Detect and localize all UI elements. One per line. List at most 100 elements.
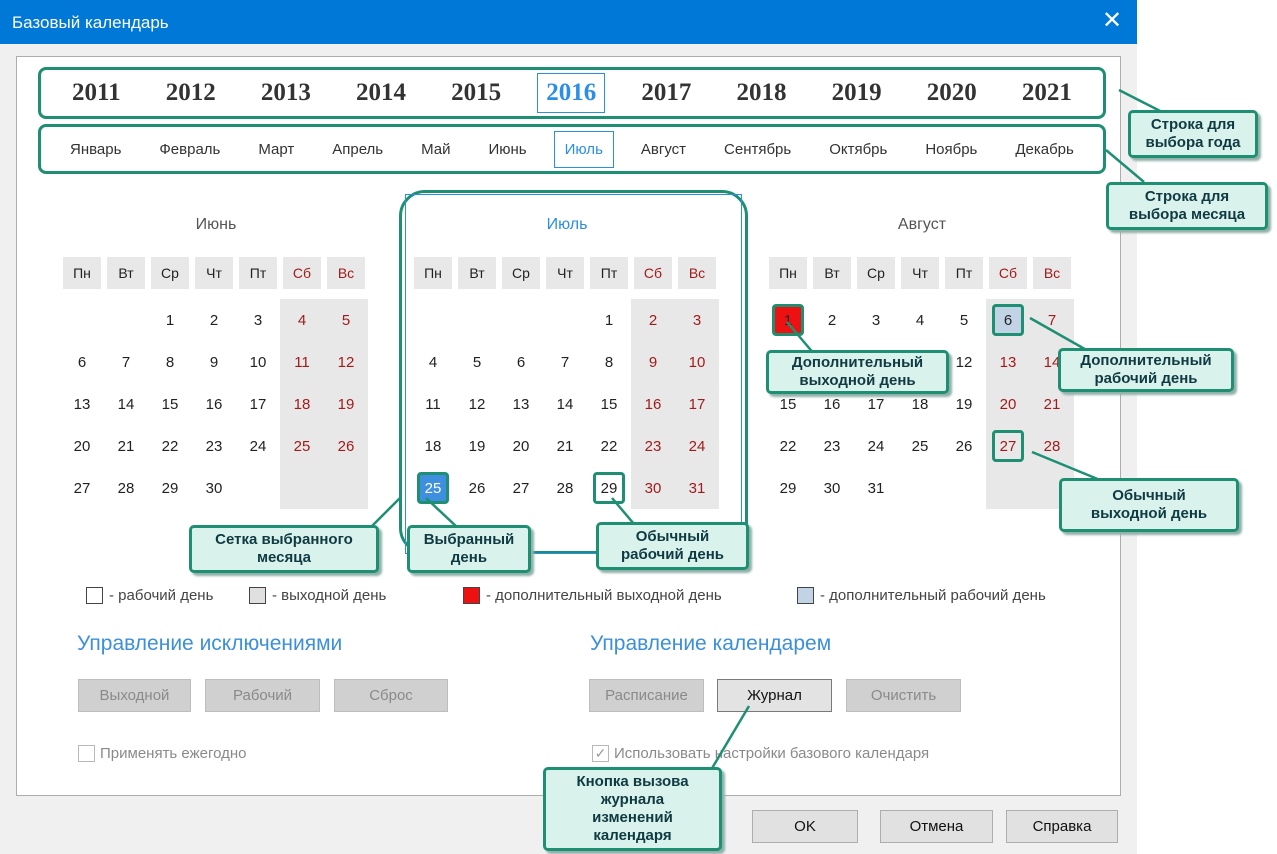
day-cell[interactable]: 23 xyxy=(810,425,854,467)
day-cell[interactable]: 31 xyxy=(854,467,898,509)
day-cell[interactable]: 27 xyxy=(499,467,543,509)
log-button[interactable]: Журнал xyxy=(717,679,832,712)
day-cell[interactable]: 9 xyxy=(631,341,675,383)
day-cell[interactable]: 28 xyxy=(104,467,148,509)
dayoff-button[interactable]: Выходной xyxy=(78,679,191,712)
month-tab-9[interactable]: Сентябрь xyxy=(713,131,802,168)
day-cell[interactable]: 29 xyxy=(148,467,192,509)
day-cell[interactable]: 27 xyxy=(60,467,104,509)
day-cell[interactable]: 1 xyxy=(148,299,192,341)
day-cell[interactable]: 6 xyxy=(499,341,543,383)
day-cell[interactable]: 13 xyxy=(499,383,543,425)
year-2015[interactable]: 2015 xyxy=(442,73,510,113)
day-cell[interactable]: 15 xyxy=(148,383,192,425)
day-cell[interactable]: 19 xyxy=(324,383,368,425)
day-cell[interactable]: 20 xyxy=(499,425,543,467)
year-2017[interactable]: 2017 xyxy=(632,73,700,113)
year-2011[interactable]: 2011 xyxy=(63,73,130,113)
checkbox-box[interactable] xyxy=(78,745,95,762)
month-tab-7[interactable]: Июль xyxy=(553,130,614,168)
day-cell[interactable]: 11 xyxy=(411,383,455,425)
year-2016[interactable]: 2016 xyxy=(537,73,606,113)
day-cell[interactable]: 7 xyxy=(543,341,587,383)
day-cell[interactable]: 30 xyxy=(192,467,236,509)
day-cell[interactable]: 3 xyxy=(675,299,719,341)
day-cell[interactable]: 14 xyxy=(543,383,587,425)
day-cell[interactable]: 29 xyxy=(766,467,810,509)
day-cell[interactable]: 23 xyxy=(192,425,236,467)
use-base-calendar-checkbox[interactable]: ✓ Использовать настройки базового календ… xyxy=(592,745,929,762)
day-cell[interactable]: 15 xyxy=(587,383,631,425)
day-cell[interactable]: 6 xyxy=(60,341,104,383)
day-cell[interactable]: 20 xyxy=(60,425,104,467)
day-cell[interactable]: 18 xyxy=(280,383,324,425)
day-cell[interactable]: 3 xyxy=(854,299,898,341)
year-2019[interactable]: 2019 xyxy=(823,73,891,113)
day-cell[interactable]: 22 xyxy=(587,425,631,467)
day-cell[interactable]: 12 xyxy=(455,383,499,425)
year-2018[interactable]: 2018 xyxy=(728,73,796,113)
day-cell[interactable]: 22 xyxy=(766,425,810,467)
day-cell[interactable]: 5 xyxy=(942,299,986,341)
day-cell[interactable]: 27 xyxy=(986,425,1030,467)
day-cell[interactable]: 21 xyxy=(543,425,587,467)
checkmark-icon[interactable]: ✓ xyxy=(592,745,609,762)
month-tab-12[interactable]: Декабрь xyxy=(1004,131,1084,168)
reset-button[interactable]: Сброс xyxy=(334,679,448,712)
month-tab-11[interactable]: Ноябрь xyxy=(914,131,988,168)
day-cell[interactable]: 30 xyxy=(810,467,854,509)
day-cell[interactable]: 24 xyxy=(675,425,719,467)
month-tab-10[interactable]: Октябрь xyxy=(818,131,898,168)
day-cell[interactable]: 17 xyxy=(675,383,719,425)
day-cell[interactable]: 17 xyxy=(236,383,280,425)
month-tab-5[interactable]: Май xyxy=(410,131,461,168)
day-cell[interactable]: 13 xyxy=(986,341,1030,383)
day-cell[interactable]: 7 xyxy=(1030,299,1074,341)
day-cell[interactable]: 20 xyxy=(986,383,1030,425)
clear-button[interactable]: Очистить xyxy=(846,679,961,712)
day-cell[interactable]: 24 xyxy=(236,425,280,467)
day-cell[interactable]: 25 xyxy=(280,425,324,467)
day-cell[interactable]: 4 xyxy=(898,299,942,341)
day-cell[interactable]: 13 xyxy=(60,383,104,425)
day-cell[interactable]: 5 xyxy=(455,341,499,383)
day-cell[interactable]: 5 xyxy=(324,299,368,341)
month-tab-4[interactable]: Апрель xyxy=(321,131,394,168)
day-cell[interactable]: 21 xyxy=(104,425,148,467)
day-cell[interactable]: 18 xyxy=(411,425,455,467)
year-2021[interactable]: 2021 xyxy=(1013,73,1081,113)
day-cell[interactable]: 10 xyxy=(236,341,280,383)
month-tab-3[interactable]: Март xyxy=(247,131,305,168)
day-cell[interactable]: 26 xyxy=(455,467,499,509)
day-cell[interactable]: 25 xyxy=(411,467,455,509)
year-2013[interactable]: 2013 xyxy=(252,73,320,113)
day-cell[interactable]: 30 xyxy=(631,467,675,509)
day-cell[interactable]: 2 xyxy=(631,299,675,341)
year-2014[interactable]: 2014 xyxy=(347,73,415,113)
day-cell[interactable]: 8 xyxy=(587,341,631,383)
day-cell[interactable]: 16 xyxy=(631,383,675,425)
day-cell[interactable]: 22 xyxy=(148,425,192,467)
year-2012[interactable]: 2012 xyxy=(157,73,225,113)
day-cell[interactable]: 26 xyxy=(324,425,368,467)
day-cell[interactable]: 28 xyxy=(543,467,587,509)
day-cell[interactable]: 28 xyxy=(1030,425,1074,467)
day-cell[interactable]: 8 xyxy=(148,341,192,383)
day-cell[interactable]: 9 xyxy=(192,341,236,383)
day-cell[interactable]: 2 xyxy=(810,299,854,341)
day-cell[interactable]: 31 xyxy=(675,467,719,509)
month-tab-2[interactable]: Февраль xyxy=(148,131,231,168)
day-cell[interactable]: 3 xyxy=(236,299,280,341)
day-cell[interactable]: 25 xyxy=(898,425,942,467)
month-tab-1[interactable]: Январь xyxy=(59,131,132,168)
day-cell[interactable]: 23 xyxy=(631,425,675,467)
day-cell[interactable]: 29 xyxy=(587,467,631,509)
day-cell[interactable]: 10 xyxy=(675,341,719,383)
day-cell[interactable]: 19 xyxy=(455,425,499,467)
day-cell[interactable]: 11 xyxy=(280,341,324,383)
cancel-button[interactable]: Отмена xyxy=(880,810,993,843)
year-2020[interactable]: 2020 xyxy=(918,73,986,113)
month-tab-8[interactable]: Август xyxy=(630,131,697,168)
day-cell[interactable]: 2 xyxy=(192,299,236,341)
close-icon[interactable]: ✕ xyxy=(1097,6,1127,36)
